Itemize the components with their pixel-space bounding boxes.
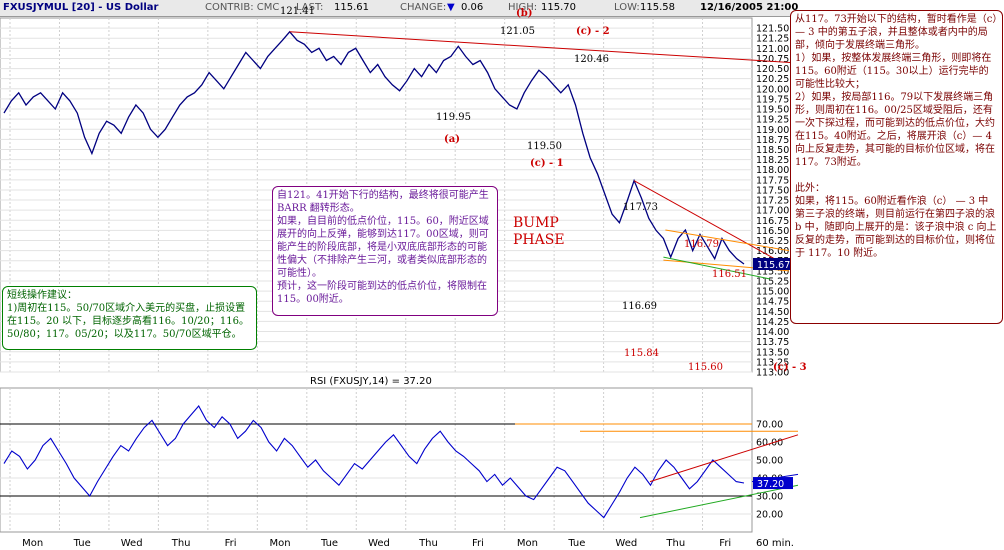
rsi-tick-label: 20.00 — [756, 510, 783, 521]
x-tick-label: Mon — [22, 538, 43, 549]
structure-note: 自121。41开始下行的结构，最终将很可能产生 BARR 翻转形态。 如果，自目… — [272, 186, 498, 316]
price-annotation: 119.95 — [436, 112, 471, 123]
price-annotation: (c) - 2 — [576, 26, 610, 37]
x-tick-label: Tue — [320, 538, 338, 549]
price-annotation: 115.84 — [624, 348, 659, 359]
x-tick-label: Tue — [567, 538, 585, 549]
x-tick-label: Mon — [517, 538, 538, 549]
last-price-label: 115.67 — [757, 260, 790, 271]
last-rsi-label: 37.20 — [757, 479, 784, 490]
trading-suggestion-note: 短线操作建议： 1)周初在115。50/70区域介入美元的买盘，止损设置在115。… — [2, 286, 257, 350]
price-annotation: 115.60 — [688, 362, 723, 373]
x-tick-label: Thu — [171, 538, 191, 549]
analysis-note-right: 从117。73开始以下的结构，暂时看作是（c）— 3 中的第五子浪，并且整体或者… — [790, 10, 1003, 324]
x-tick-label: Fri — [225, 538, 237, 549]
rsi-tick-label: 70.00 — [756, 420, 783, 431]
price-annotation: 116.51 — [712, 269, 747, 280]
x-tick-label: Fri — [719, 538, 731, 549]
price-annotation: 120.46 — [574, 54, 609, 65]
price-annotation: 116.79 — [684, 239, 719, 250]
x-tick-label: Thu — [665, 538, 685, 549]
x-tick-label: Tue — [73, 538, 91, 549]
suggestion-title: 短线操作建议： — [7, 290, 77, 301]
price-annotation: PHASE — [513, 232, 565, 248]
price-annotation: (c) - 3 — [773, 362, 807, 373]
x-tick-label: Mon — [270, 538, 291, 549]
x-tick-label: Wed — [121, 538, 143, 549]
price-annotation: 121.05 — [500, 26, 535, 37]
rsi-tick-label: 50.00 — [756, 456, 783, 467]
x-tick-label: Wed — [368, 538, 390, 549]
x-tick-label: 60 min. — [756, 538, 794, 549]
x-tick-label: Fri — [472, 538, 484, 549]
price-annotation: 119.50 — [527, 141, 562, 152]
main-trendline — [289, 31, 791, 63]
price-annotation: 116.69 — [622, 301, 657, 312]
price-annotation: 121.41 — [280, 6, 315, 17]
x-tick-label: Thu — [418, 538, 438, 549]
price-annotation: 117.73 — [623, 202, 658, 213]
price-annotation: BUMP — [513, 215, 559, 231]
rsi-title: RSI (FXUSJY,14) = 37.20 — [310, 376, 432, 387]
price-annotation: (b) — [516, 8, 532, 19]
x-tick-label: Wed — [615, 538, 637, 549]
rsi-line — [3, 405, 745, 519]
price-annotation: (c) - 1 — [530, 158, 564, 169]
price-annotation: (a) — [444, 134, 460, 145]
suggestion-body: 1)周初在115。50/70区域介入美元的买盘，止损设置在115。20 以下，目… — [7, 303, 249, 340]
